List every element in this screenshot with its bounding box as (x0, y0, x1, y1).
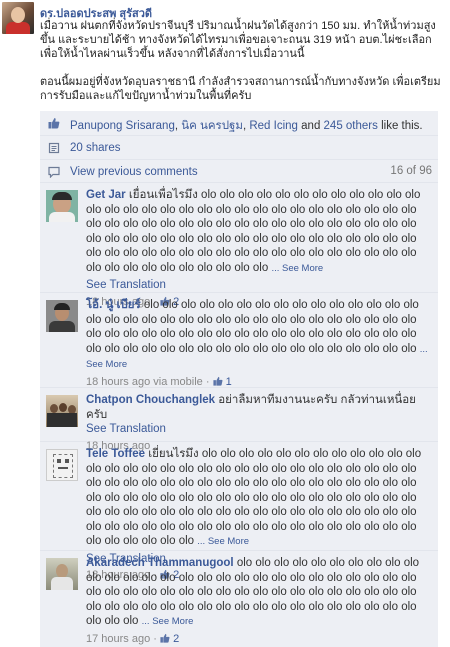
feedback-panel: Panupong Srisarang, นิค นครปฐม, Red Icin… (40, 111, 438, 647)
comment-text: เยื่อนเพื่อไรมึง olo olo olo olo olo olo… (86, 189, 421, 274)
previous-comments-row: View previous comments 16 of 96 (40, 160, 438, 183)
post-paragraph: เมื่อวาน ฝนตกที่จังหวัดปราจีนบุรี ปริมาณ… (40, 20, 436, 60)
commenter-name[interactable]: Tele Toffee (86, 448, 145, 460)
comment-timestamp[interactable]: 17 hours ago (86, 633, 150, 645)
shares-icon (48, 142, 60, 154)
see-more-link[interactable]: ... See More (142, 616, 194, 627)
comment-likes[interactable]: 1 (212, 375, 232, 388)
status-post: ดร.ปลอดประสพ สุรัสวดี เมื่อวาน ฝนตกที่จั… (0, 0, 450, 112)
thumbs-up-icon (160, 633, 170, 643)
likes-summary: Panupong Srisarang, นิค นครปฐม, Red Icin… (70, 117, 423, 135)
commenter-name[interactable]: Akaradech Thammanugool (86, 557, 234, 569)
comment-meta: 18 hours ago via mobile · 1 (86, 375, 431, 390)
comment-item: Chatpon Chouchanglek อย่าลืมหาทีมงานนะคร… (40, 388, 438, 452)
comment-item: Get Jar เยื่อนเพื่อไรมึง olo olo olo olo… (40, 183, 438, 308)
author-avatar[interactable] (2, 2, 34, 34)
separator: · (202, 375, 213, 388)
others-likes-link[interactable]: 245 others (324, 120, 378, 132)
comment-timestamp[interactable]: 18 hours ago via mobile (86, 376, 203, 388)
comment-meta: 17 hours ago · 2 (86, 632, 431, 647)
comment-item: Akaradech Thammanugool olo olo olo olo o… (40, 551, 438, 647)
liker-link[interactable]: Red Icing (249, 120, 298, 132)
commenter-avatar[interactable] (46, 190, 78, 222)
likes-row: Panupong Srisarang, นิค นครปฐม, Red Icin… (40, 111, 438, 136)
see-more-link[interactable]: ... See More (197, 536, 249, 547)
see-translation-link[interactable]: See Translation (86, 422, 431, 437)
separator: · (150, 632, 160, 645)
likes-count: 2 (173, 632, 180, 645)
likes-count: 1 (225, 375, 232, 388)
commenter-name[interactable]: โอ้. นู๋ เบียร์ (86, 299, 141, 311)
commenter-avatar[interactable] (46, 558, 78, 590)
comment-item: Tele Toffee เยี่ยนไรมึง olo olo olo olo … (40, 442, 438, 581)
comments-count: 16 of 96 (390, 165, 432, 177)
liker-link[interactable]: Panupong Srisarang (70, 120, 175, 132)
separator: and (297, 120, 324, 132)
view-previous-comments-link[interactable]: View previous comments (70, 166, 198, 178)
comment-likes[interactable]: 2 (160, 633, 179, 645)
commenter-avatar[interactable] (46, 449, 78, 481)
post-paragraph: ตอนนี้ผมอยู่ที่จังหวัดอุบลราชธานี กำลังส… (40, 76, 441, 102)
see-more-link[interactable]: ... See More (271, 263, 323, 274)
comment-text: เยี่ยนไรมึง olo olo olo olo olo olo olo … (86, 448, 422, 547)
thumbs-up-icon (48, 118, 60, 129)
shares-link[interactable]: 20 shares (70, 142, 121, 154)
commenter-name[interactable]: Chatpon Chouchanglek (86, 394, 215, 406)
likes-tail: like this. (377, 120, 423, 132)
liker-link[interactable]: นิค นครปฐม (181, 120, 243, 132)
commenter-avatar[interactable] (46, 300, 78, 332)
post-text: เมื่อวาน ฝนตกที่จังหวัดปราจีนบุรี ปริมาณ… (40, 19, 445, 117)
comment-bubble-icon (48, 166, 60, 178)
commenter-name[interactable]: Get Jar (86, 189, 126, 201)
see-translation-link[interactable]: See Translation (86, 278, 431, 293)
commenter-avatar[interactable] (46, 395, 78, 427)
shares-row: 20 shares (40, 136, 438, 160)
comment-item: โอ้. นู๋ เบียร์ olo olo olo olo olo olo … (40, 293, 438, 388)
thumbs-up-icon (212, 376, 223, 386)
